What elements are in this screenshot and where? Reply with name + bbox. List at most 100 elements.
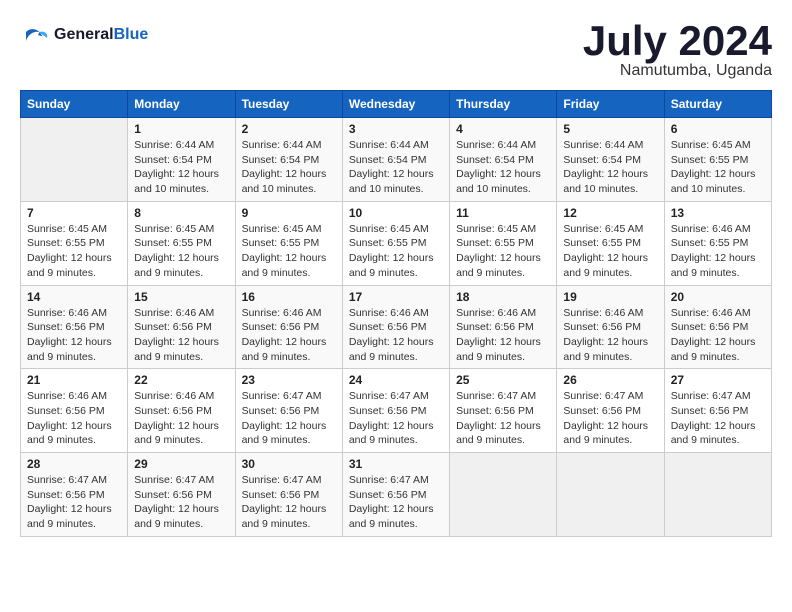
day-info: Sunrise: 6:46 AM Sunset: 6:56 PM Dayligh… bbox=[134, 306, 228, 365]
day-number: 31 bbox=[349, 457, 443, 471]
table-row: 23Sunrise: 6:47 AM Sunset: 6:56 PM Dayli… bbox=[235, 369, 342, 453]
logo-text: GeneralBlue bbox=[54, 25, 148, 44]
day-info: Sunrise: 6:47 AM Sunset: 6:56 PM Dayligh… bbox=[27, 473, 121, 532]
table-row: 22 Sunrise: 6:46 AM Sunset: 6:56 PM Dayli… bbox=[128, 369, 235, 453]
day-info: Sunrise: 6:47 AM Sunset: 6:56 PM Dayligh… bbox=[671, 389, 765, 448]
col-saturday: Saturday bbox=[664, 91, 771, 118]
table-row: 5Sunrise: 6:44 AM Sunset: 6:54 PM Daylig… bbox=[557, 118, 664, 202]
table-row: 2Sunrise: 6:44 AM Sunset: 6:54 PM Daylig… bbox=[235, 118, 342, 202]
day-info: Sunrise: 6:46 AM Sunset: 6:56 PM Dayligh… bbox=[134, 389, 228, 448]
day-number: 29 bbox=[134, 457, 228, 471]
table-row bbox=[664, 453, 771, 537]
day-number: 12 bbox=[563, 206, 657, 220]
table-row: 6Sunrise: 6:45 AM Sunset: 6:55 PM Daylig… bbox=[664, 118, 771, 202]
day-number: 11 bbox=[456, 206, 550, 220]
table-row: 27Sunrise: 6:47 AM Sunset: 6:56 PM Dayli… bbox=[664, 369, 771, 453]
day-number: 28 bbox=[27, 457, 121, 471]
day-info: Sunrise: 6:47 AM Sunset: 6:56 PM Dayligh… bbox=[563, 389, 657, 448]
day-info: Sunrise: 6:47 AM Sunset: 6:56 PM Dayligh… bbox=[349, 389, 443, 448]
table-row: 30 Sunrise: 6:47 AM Sunset: 6:56 PM Dayli… bbox=[235, 453, 342, 537]
day-info: Sunrise: 6:46 AM Sunset: 6:56 PM Dayligh… bbox=[671, 306, 765, 365]
day-number: 30 bbox=[242, 457, 336, 471]
day-info: Sunrise: 6:44 AM Sunset: 6:54 PM Dayligh… bbox=[563, 138, 657, 197]
day-info: Sunrise: 6:45 AM Sunset: 6:55 PM Dayligh… bbox=[456, 222, 550, 281]
day-info: Sunrise: 6:44 AM Sunset: 6:54 PM Dayligh… bbox=[134, 138, 228, 197]
day-info: Sunrise: 6:46 AM Sunset: 6:56 PM Dayligh… bbox=[27, 306, 121, 365]
day-number: 20 bbox=[671, 290, 765, 304]
table-row: 31 Sunrise: 6:47 AM Sunset: 6:56 PM Dayli… bbox=[342, 453, 449, 537]
day-number: 13 bbox=[671, 206, 765, 220]
day-info: Sunrise: 6:45 AM Sunset: 6:55 PM Dayligh… bbox=[27, 222, 121, 281]
day-info: Sunrise: 6:47 AM Sunset: 6:56 PM Dayligh… bbox=[242, 473, 336, 532]
day-info: Sunrise: 6:46 AM Sunset: 6:56 PM Dayligh… bbox=[27, 389, 121, 448]
day-number: 16 bbox=[242, 290, 336, 304]
col-sunday: Sunday bbox=[21, 91, 128, 118]
day-number: 2 bbox=[242, 122, 336, 136]
day-number: 26 bbox=[563, 373, 657, 387]
col-thursday: Thursday bbox=[450, 91, 557, 118]
table-row: 9 Sunrise: 6:45 AM Sunset: 6:55 PM Daylig… bbox=[235, 201, 342, 285]
day-number: 10 bbox=[349, 206, 443, 220]
day-info: Sunrise: 6:46 AM Sunset: 6:55 PM Dayligh… bbox=[671, 222, 765, 281]
table-row bbox=[450, 453, 557, 537]
day-number: 18 bbox=[456, 290, 550, 304]
day-info: Sunrise: 6:47 AM Sunset: 6:56 PM Dayligh… bbox=[134, 473, 228, 532]
calendar-week-row: 28 Sunrise: 6:47 AM Sunset: 6:56 PM Dayli… bbox=[21, 453, 772, 537]
day-info: Sunrise: 6:45 AM Sunset: 6:55 PM Dayligh… bbox=[563, 222, 657, 281]
day-info: Sunrise: 6:47 AM Sunset: 6:56 PM Dayligh… bbox=[349, 473, 443, 532]
page-header: GeneralBlue July 2024 Namutumba, Uganda bbox=[20, 20, 772, 80]
calendar-week-row: 14 Sunrise: 6:46 AM Sunset: 6:56 PM Dayli… bbox=[21, 285, 772, 369]
day-info: Sunrise: 6:45 AM Sunset: 6:55 PM Dayligh… bbox=[349, 222, 443, 281]
day-number: 3 bbox=[349, 122, 443, 136]
calendar-week-row: 21 Sunrise: 6:46 AM Sunset: 6:56 PM Dayli… bbox=[21, 369, 772, 453]
table-row: 11 Sunrise: 6:45 AM Sunset: 6:55 PM Dayli… bbox=[450, 201, 557, 285]
calendar-week-row: 7 Sunrise: 6:45 AM Sunset: 6:55 PM Daylig… bbox=[21, 201, 772, 285]
day-number: 22 bbox=[134, 373, 228, 387]
day-number: 8 bbox=[134, 206, 228, 220]
month-year-title: July 2024 bbox=[583, 20, 772, 62]
table-row: 17Sunrise: 6:46 AM Sunset: 6:56 PM Dayli… bbox=[342, 285, 449, 369]
col-friday: Friday bbox=[557, 91, 664, 118]
table-row: 18 Sunrise: 6:46 AM Sunset: 6:56 PM Dayli… bbox=[450, 285, 557, 369]
day-info: Sunrise: 6:45 AM Sunset: 6:55 PM Dayligh… bbox=[242, 222, 336, 281]
day-number: 21 bbox=[27, 373, 121, 387]
table-row: 28 Sunrise: 6:47 AM Sunset: 6:56 PM Dayli… bbox=[21, 453, 128, 537]
table-row: 12 Sunrise: 6:45 AM Sunset: 6:55 PM Dayli… bbox=[557, 201, 664, 285]
day-info: Sunrise: 6:46 AM Sunset: 6:56 PM Dayligh… bbox=[349, 306, 443, 365]
day-number: 9 bbox=[242, 206, 336, 220]
day-number: 7 bbox=[27, 206, 121, 220]
table-row: 16 Sunrise: 6:46 AM Sunset: 6:56 PM Dayli… bbox=[235, 285, 342, 369]
day-info: Sunrise: 6:47 AM Sunset: 6:56 PM Dayligh… bbox=[456, 389, 550, 448]
day-number: 14 bbox=[27, 290, 121, 304]
table-row: 20 Sunrise: 6:46 AM Sunset: 6:56 PM Dayli… bbox=[664, 285, 771, 369]
day-info: Sunrise: 6:46 AM Sunset: 6:56 PM Dayligh… bbox=[563, 306, 657, 365]
day-info: Sunrise: 6:45 AM Sunset: 6:55 PM Dayligh… bbox=[134, 222, 228, 281]
day-info: Sunrise: 6:46 AM Sunset: 6:56 PM Dayligh… bbox=[456, 306, 550, 365]
day-number: 1 bbox=[134, 122, 228, 136]
day-number: 23 bbox=[242, 373, 336, 387]
table-row: 3 Sunrise: 6:44 AM Sunset: 6:54 PM Daylig… bbox=[342, 118, 449, 202]
col-monday: Monday bbox=[128, 91, 235, 118]
table-row: 21 Sunrise: 6:46 AM Sunset: 6:56 PM Dayli… bbox=[21, 369, 128, 453]
day-info: Sunrise: 6:46 AM Sunset: 6:56 PM Dayligh… bbox=[242, 306, 336, 365]
table-row: 15 Sunrise: 6:46 AM Sunset: 6:56 PM Dayli… bbox=[128, 285, 235, 369]
calendar-title-block: July 2024 Namutumba, Uganda bbox=[583, 20, 772, 80]
day-info: Sunrise: 6:44 AM Sunset: 6:54 PM Dayligh… bbox=[456, 138, 550, 197]
table-row: 10 Sunrise: 6:45 AM Sunset: 6:55 PM Dayli… bbox=[342, 201, 449, 285]
location-label: Namutumba, Uganda bbox=[583, 62, 772, 80]
table-row: 24 Sunrise: 6:47 AM Sunset: 6:56 PM Dayli… bbox=[342, 369, 449, 453]
day-info: Sunrise: 6:44 AM Sunset: 6:54 PM Dayligh… bbox=[349, 138, 443, 197]
day-number: 25 bbox=[456, 373, 550, 387]
logo-icon bbox=[20, 20, 50, 50]
calendar-table: Sunday Monday Tuesday Wednesday Thursday… bbox=[20, 90, 772, 537]
day-number: 15 bbox=[134, 290, 228, 304]
day-number: 24 bbox=[349, 373, 443, 387]
day-number: 6 bbox=[671, 122, 765, 136]
table-row: 25 Sunrise: 6:47 AM Sunset: 6:56 PM Dayli… bbox=[450, 369, 557, 453]
day-number: 4 bbox=[456, 122, 550, 136]
table-row: 14 Sunrise: 6:46 AM Sunset: 6:56 PM Dayli… bbox=[21, 285, 128, 369]
table-row: 26 Sunrise: 6:47 AM Sunset: 6:56 PM Dayli… bbox=[557, 369, 664, 453]
col-tuesday: Tuesday bbox=[235, 91, 342, 118]
table-row: 29 Sunrise: 6:47 AM Sunset: 6:56 PM Dayli… bbox=[128, 453, 235, 537]
table-row: 7 Sunrise: 6:45 AM Sunset: 6:55 PM Daylig… bbox=[21, 201, 128, 285]
